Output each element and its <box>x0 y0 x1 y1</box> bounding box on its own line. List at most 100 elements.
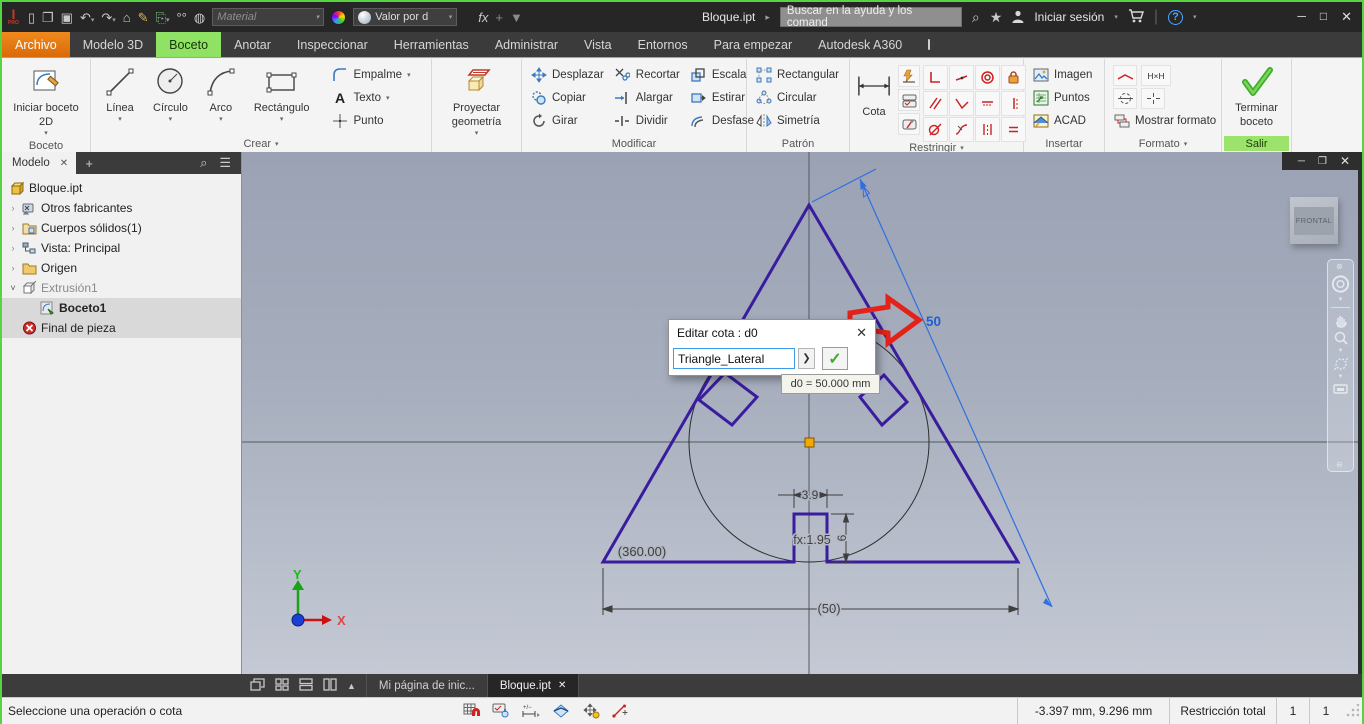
store-cart-icon[interactable] <box>1128 9 1144 25</box>
home-icon[interactable]: ⌂ <box>123 11 131 24</box>
linea-button[interactable]: Línea ▾ <box>99 63 141 127</box>
constraint-tangent-icon[interactable] <box>923 117 948 142</box>
browser-menu-icon[interactable]: ☰ <box>219 155 231 171</box>
constraint-concentric-icon[interactable] <box>975 65 1000 90</box>
base-dimension-text[interactable]: (50) <box>816 600 842 618</box>
imagen-button[interactable]: Imagen <box>1032 65 1092 85</box>
arco-button[interactable]: Arco ▾ <box>200 63 242 127</box>
tab-para-empezar[interactable]: Para empezar <box>701 32 806 57</box>
dividir-button[interactable]: Dividir <box>614 111 680 131</box>
tree-item-origen[interactable]: › Origen <box>2 258 241 278</box>
new-file-icon[interactable]: ▯ <box>28 11 35 24</box>
dialog-close-icon[interactable]: ✕ <box>856 325 867 341</box>
tab-administrar[interactable]: Administrar <box>482 32 571 57</box>
dof-display-icon[interactable] <box>580 701 602 721</box>
centerline-icon[interactable] <box>1113 88 1137 109</box>
help-search-input[interactable]: Buscar en la ayuda y los comand <box>779 5 962 29</box>
dimension-display-icon[interactable]: +/− <box>520 701 542 721</box>
select-tool-icon[interactable]: ⎘▾ <box>156 11 170 24</box>
exact-view-update-icon[interactable] <box>490 701 512 721</box>
collapse-icon[interactable]: ˅ <box>8 283 18 293</box>
driven-dimension-icon[interactable]: H×H <box>1141 65 1171 86</box>
screencast-camera-icon[interactable]: ▾ <box>915 32 949 57</box>
tree-item-cuerpos-solidos[interactable]: › Cuerpos sólidos(1) <box>2 218 241 238</box>
free-orbit-icon[interactable] <box>1330 356 1351 372</box>
girar-button[interactable]: Girar <box>530 111 604 131</box>
patron-rectangular-button[interactable]: Rectangular <box>755 65 839 85</box>
tile-horizontal-icon[interactable] <box>299 677 313 694</box>
constraint-horizontal-icon[interactable] <box>975 91 1000 116</box>
constraint-collinear-icon[interactable] <box>949 65 974 90</box>
desplazar-button[interactable]: Desplazar <box>530 65 604 85</box>
graphics-canvas[interactable]: (50) (360.00) 3.9 6 fx:1.95 50 Y X ─ ❐ ✕… <box>242 152 1358 674</box>
viewcube[interactable]: FRONTAL <box>1290 197 1338 244</box>
minimize-button[interactable]: ─ <box>1297 9 1306 25</box>
cascade-windows-icon[interactable] <box>250 677 265 694</box>
tab-archivo[interactable]: Archivo <box>2 32 70 57</box>
expand-icon[interactable]: › <box>8 263 18 273</box>
pan-tool-icon[interactable] <box>1330 312 1351 328</box>
constraint-display-icon[interactable] <box>610 701 632 721</box>
parameters-fx-icon[interactable]: fx <box>478 11 488 24</box>
constraint-symmetric-icon[interactable] <box>975 117 1000 142</box>
empalme-button[interactable]: Empalme ▾ <box>332 65 411 85</box>
constraint-coincident-icon[interactable] <box>923 65 948 90</box>
color-wheel-icon[interactable] <box>331 9 347 25</box>
qat-options-icon[interactable]: ▼ <box>510 11 523 24</box>
favorites-star-icon[interactable]: ★ <box>990 10 1003 24</box>
tab-entornos[interactable]: Entornos <box>625 32 701 57</box>
constraint-perpendicular-icon[interactable] <box>949 91 974 116</box>
constraint-parallel-icon[interactable] <box>923 91 948 116</box>
add-qat-icon[interactable]: + <box>495 11 503 24</box>
viewcube-front-face[interactable]: FRONTAL <box>1294 206 1334 235</box>
escala-button[interactable]: Escala <box>690 65 754 85</box>
patron-circular-button[interactable]: Circular <box>755 88 839 108</box>
acad-button[interactable]: ACAD <box>1032 111 1092 131</box>
doc-minimize-button[interactable]: ─ <box>1298 156 1305 167</box>
undo-icon[interactable]: ↶▾ <box>80 11 94 24</box>
constraint-fix-icon[interactable] <box>1001 65 1026 90</box>
estirar-button[interactable]: Estirar <box>690 88 754 108</box>
material-dropdown[interactable]: Material ▾ <box>212 8 325 26</box>
sign-in-dropdown-icon[interactable]: ▾ <box>1114 13 1118 21</box>
puntos-button[interactable]: Puntos <box>1032 88 1092 108</box>
notch-height-text[interactable]: 6 <box>834 533 851 543</box>
open-file-icon[interactable]: ❐ <box>42 11 54 24</box>
dimension-value-input[interactable] <box>673 348 795 369</box>
expand-icon[interactable]: › <box>8 243 18 253</box>
orbit-tool-icon[interactable] <box>1330 273 1351 295</box>
constraint-smooth-icon[interactable] <box>949 117 974 142</box>
tab-autodesk-a360[interactable]: Autodesk A360 <box>805 32 915 57</box>
slice-graphics-icon[interactable] <box>550 701 572 721</box>
constraint-vertical-icon[interactable] <box>1001 91 1026 116</box>
sign-in-button[interactable]: Iniciar sesión <box>1034 10 1104 24</box>
tile-windows-icon[interactable] <box>275 677 289 694</box>
tree-item-document[interactable]: Bloque.ipt <box>2 178 241 198</box>
doc-restore-button[interactable]: ❐ <box>1318 156 1327 167</box>
tree-item-boceto1[interactable]: Boceto1 <box>2 298 241 318</box>
navbar-options-icon[interactable]: ⊖ <box>1329 460 1350 469</box>
cota-button[interactable]: Cota <box>853 63 895 122</box>
expand-icon[interactable]: › <box>8 203 18 213</box>
tab-bloque-ipt[interactable]: Bloque.ipt ✕ <box>486 674 580 697</box>
angle-dimension-text[interactable]: (360.00) <box>616 543 667 561</box>
tab-close-icon[interactable]: ✕ <box>558 680 566 691</box>
collapse-dock-icon[interactable]: ▲ <box>347 681 356 691</box>
tile-vertical-icon[interactable] <box>323 677 337 694</box>
lateral-dimension-text[interactable]: 50 <box>926 314 941 329</box>
resize-grip[interactable] <box>1345 704 1359 718</box>
centerpoint-icon[interactable] <box>1141 88 1165 109</box>
construction-line-icon[interactable] <box>1113 65 1137 86</box>
desfase-button[interactable]: Desfase <box>690 111 754 131</box>
notch-width-text[interactable]: 3.9 <box>800 487 820 504</box>
globe-icon[interactable]: ◍ <box>194 11 205 24</box>
copiar-button[interactable]: Copiar <box>530 88 604 108</box>
search-send-icon[interactable]: ⌕ <box>972 10 980 24</box>
navbar-close-icon[interactable]: ⊗ <box>1329 262 1350 271</box>
circulo-button[interactable]: Círculo ▾ <box>149 63 192 127</box>
proyectar-geometria-button[interactable]: Proyectar geometría ▾ <box>432 63 521 140</box>
panel-label-formato[interactable]: Formato ▾ <box>1105 135 1221 152</box>
tab-herramientas[interactable]: Herramientas <box>381 32 482 57</box>
fx-dimension-text[interactable]: fx:1.95 <box>792 532 833 549</box>
browser-tab-close-icon[interactable]: ✕ <box>60 158 68 169</box>
